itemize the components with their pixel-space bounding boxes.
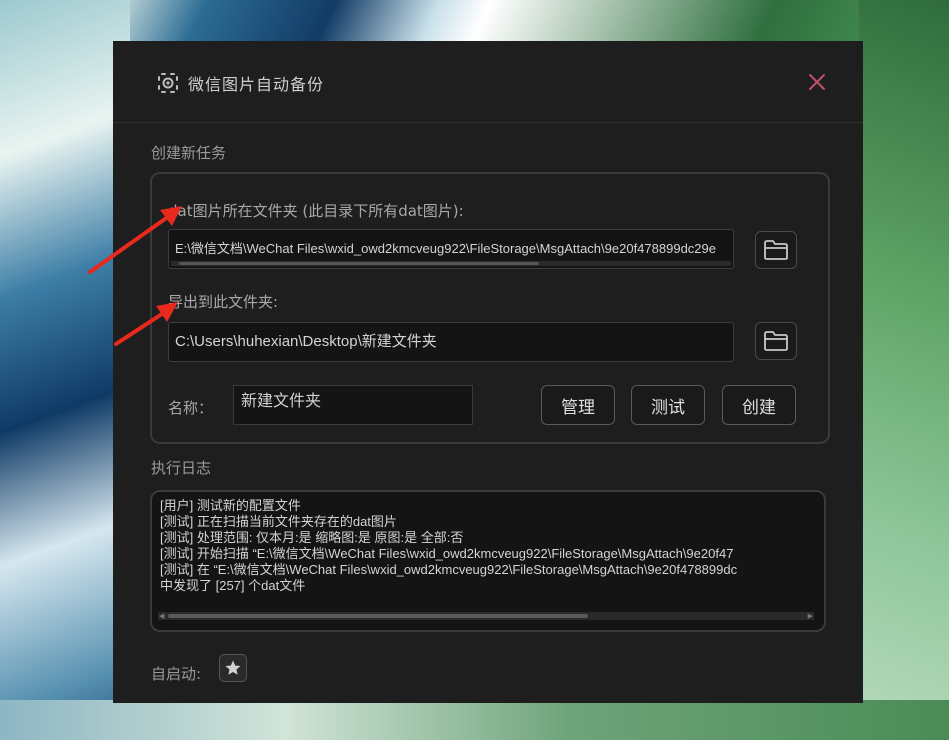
browse-export-button[interactable] — [755, 322, 797, 360]
log-line: [用户] 测试新的配置文件 — [160, 498, 301, 513]
log-horizontal-scrollbar[interactable]: ◀ ▶ — [158, 612, 814, 620]
export-folder-label: 导出到此文件夹: — [168, 293, 279, 311]
autostart-label: 自启动: — [151, 665, 202, 683]
autostart-toggle[interactable] — [219, 654, 247, 682]
source-folder-value: E:\微信文档\WeChat Files\wxid_owd2kmcveug922… — [175, 241, 716, 256]
desktop-wallpaper-bottom — [0, 700, 949, 740]
task-name-label: 名称： — [168, 399, 214, 417]
log-line: 中发现了 [257] 个dat文件 — [160, 578, 306, 593]
scroll-left-icon[interactable]: ◀ — [159, 612, 164, 620]
folder-icon — [764, 331, 788, 351]
export-folder-input[interactable]: C:\Users\huhexian\Desktop\新建文件夹 — [168, 322, 734, 362]
create-task-heading: 创建新任务 — [151, 144, 227, 162]
desktop-wallpaper-right — [859, 0, 949, 740]
desktop-wallpaper-left — [0, 0, 130, 740]
log-line: [测试] 处理范围: 仅本月:是 缩略图:是 原图:是 全部:否 — [160, 530, 464, 545]
annotation-arrow-icon — [88, 206, 182, 274]
log-line: [测试] 正在扫描当前文件夹存在的dat图片 — [160, 514, 397, 529]
app-window: 微信图片自动备份 创建新任务 dat图片所在文件夹 (此目录下所有dat图片):… — [113, 41, 863, 703]
create-button[interactable]: 创建 — [722, 385, 796, 425]
annotation-arrow-icon — [114, 302, 178, 346]
source-folder-input[interactable]: E:\微信文档\WeChat Files\wxid_owd2kmcveug922… — [168, 229, 734, 269]
browse-source-button[interactable] — [755, 231, 797, 269]
log-line: [测试] 在 “E:\微信文档\WeChat Files\wxid_owd2km… — [160, 562, 738, 577]
log-panel[interactable]: [用户] 测试新的配置文件 [测试] 正在扫描当前文件夹存在的dat图片 [测试… — [150, 490, 826, 632]
source-folder-label: dat图片所在文件夹 (此目录下所有dat图片): — [168, 202, 464, 220]
export-folder-value: C:\Users\huhexian\Desktop\新建文件夹 — [175, 333, 437, 350]
app-title: 微信图片自动备份 — [188, 75, 325, 94]
star-icon — [225, 660, 241, 675]
log-heading: 执行日志 — [151, 459, 212, 477]
log-lines: [用户] 测试新的配置文件 [测试] 正在扫描当前文件夹存在的dat图片 [测试… — [160, 498, 737, 594]
title-bar: 微信图片自动备份 — [113, 41, 863, 123]
close-icon[interactable] — [806, 71, 828, 93]
task-name-input[interactable]: 新建文件夹 — [233, 385, 473, 425]
scroll-right-icon[interactable]: ▶ — [808, 612, 813, 620]
log-line: [测试] 开始扫描 “E:\微信文档\WeChat Files\wxid_owd… — [160, 546, 734, 561]
test-button[interactable]: 测试 — [631, 385, 705, 425]
source-input-scrollbar[interactable] — [171, 261, 731, 266]
folder-icon — [764, 240, 788, 260]
manage-button[interactable]: 管理 — [541, 385, 615, 425]
wechat-camera-icon — [158, 73, 178, 93]
